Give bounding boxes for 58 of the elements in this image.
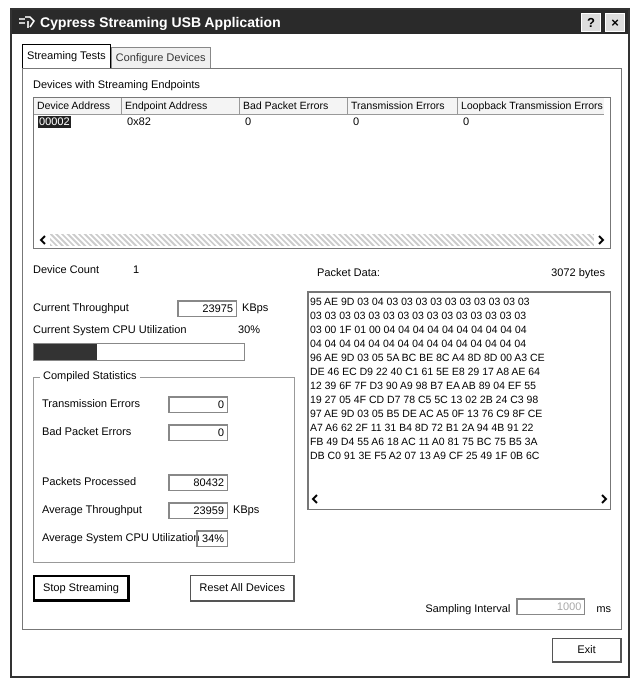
hex-line: 12 39 6F 7F D3 90 A9 98 B7 EA AB 89 04 EF 55	[310, 379, 537, 393]
scroll-right-icon[interactable]	[596, 234, 606, 246]
unit-label: KBps	[242, 302, 268, 314]
statistic-field: 0	[168, 424, 228, 440]
group-title: Compiled Statistics	[40, 370, 140, 382]
statistic-label: Packets Processed	[42, 476, 138, 488]
packet-data-label: Packet Data:	[317, 267, 380, 279]
device-count-value: 1	[133, 264, 140, 276]
tab[interactable]: Streaming Tests	[22, 44, 111, 69]
statistic-field: 80432	[168, 474, 228, 490]
hex-line: FB 49 D4 55 A6 18 AC 11 A0 81 75 BC 75 B5 3A	[310, 435, 538, 449]
hex-line: 04 04 04 04 04 04 04 04 04 04 04 04 04 04 04	[310, 337, 528, 351]
tab[interactable]: Configure Devices	[110, 47, 211, 68]
throughput-label: Current Throughput	[33, 302, 130, 314]
statistic-label: Bad Packet Errors	[42, 426, 132, 438]
device-count-label: Device Count	[33, 264, 100, 276]
packet-size: 3072 bytes	[551, 267, 605, 279]
scroll-left-icon[interactable]	[38, 234, 48, 246]
statistic-label: Transmission Errors	[42, 398, 141, 410]
column-header[interactable]: Transmission Errors	[348, 98, 458, 115]
hex-line: 03 03 03 03 03 03 03 03 03 03 03 03 03 03 03	[310, 309, 528, 323]
column-header[interactable]: Loopback Transmission Errors	[458, 98, 604, 115]
scroll-left-icon[interactable]	[310, 493, 320, 505]
throughput-field: 23975	[177, 300, 237, 316]
statistic-field: 0	[168, 396, 228, 412]
unit-label: ms	[596, 603, 611, 615]
sampling-interval-label: Sampling Interval	[425, 603, 510, 615]
column-header[interactable]: Endpoint Address	[122, 98, 240, 115]
cpu-reading: 30%	[238, 324, 260, 336]
statistic-label: Average Throughput	[42, 504, 143, 516]
stop-streaming-button[interactable]: Stop Streaming	[33, 575, 130, 602]
statistic-field: 23959	[168, 502, 228, 518]
close-button[interactable]: ×	[605, 12, 625, 32]
exit-button[interactable]: Exit	[552, 638, 622, 663]
scroll-right-icon[interactable]	[599, 493, 609, 505]
hex-line: 95 AE 9D 03 04 03 03 03 03 03 03 03 03 03 03	[310, 295, 531, 309]
plug-icon	[18, 15, 36, 29]
hex-line: 96 AE 9D 03 05 5A BC BE 8C A4 8D 8D 00 A3 CE	[310, 351, 546, 365]
horizontal-scrollbar[interactable]	[50, 234, 594, 246]
help-button[interactable]: ?	[581, 12, 601, 32]
window-title: Cypress Streaming USB Application	[40, 14, 281, 30]
column-header[interactable]: Device Address	[34, 98, 122, 115]
table-cell[interactable]: 0	[244, 116, 252, 128]
table-cell[interactable]: 00002	[38, 116, 71, 128]
hex-line: 19 27 05 4F CD D7 78 C5 5C 13 02 2B 24 C3 98	[310, 393, 540, 407]
hex-line: A7 A6 62 2F 11 31 B4 8D 72 B1 2A 94 4B 91 22	[310, 421, 534, 435]
unit-label: KBps	[233, 504, 260, 516]
column-header[interactable]: Bad Packet Errors	[240, 98, 348, 115]
hex-line: DB C0 91 3E F5 A2 07 13 A9 CF 25 49 1F 0B 6C	[310, 449, 540, 463]
table-cell[interactable]: 0	[352, 116, 360, 128]
cpu-label: Current System CPU Utilization	[33, 324, 188, 336]
reset-devices-button[interactable]: Reset All Devices	[190, 575, 295, 602]
table-cell[interactable]: 0x82	[126, 116, 152, 128]
hex-line: DE 46 EC D9 22 40 C1 61 5E E8 29 17 A8 AE 64	[310, 365, 541, 379]
hex-line: 03 00 1F 01 00 04 04 04 04 04 04 04 04 04 04	[310, 323, 528, 337]
section-title: Devices with Streaming Endpoints	[33, 79, 201, 91]
hex-line: 97 AE 9D 03 05 B5 DE AC A5 0F 13 76 C9 8F CE	[310, 407, 544, 421]
table-cell[interactable]: 0	[462, 116, 470, 128]
